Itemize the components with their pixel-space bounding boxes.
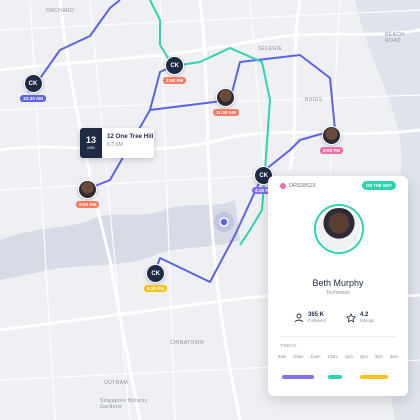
- driver-id: DR928523: [289, 183, 316, 189]
- hour-label: 4am: [389, 354, 398, 359]
- card-divider: [280, 336, 396, 337]
- map-pin-ck-1030[interactable]: CK 10:30 AM: [20, 74, 46, 102]
- map-pin-ck-530[interactable]: CK 5:30 PM: [144, 264, 168, 292]
- driver-id-dot-icon: [280, 183, 286, 189]
- status-badge: ON THE WAY: [361, 181, 396, 190]
- technician-role: Technician: [326, 290, 350, 296]
- hour-label: 1pm: [344, 354, 353, 359]
- hour-label: 3pm: [374, 354, 383, 359]
- pin-initials-badge: CK: [23, 74, 43, 93]
- today-label: TODAY: [280, 343, 298, 348]
- map-label-chinatown: CHINATOWN: [170, 340, 204, 346]
- pin-time-label: 2:50 PM: [163, 77, 187, 84]
- map-pin-ck-250[interactable]: CK 2:50 PM: [163, 56, 187, 84]
- person-icon: [295, 313, 303, 322]
- hour-label: 10am: [293, 354, 304, 359]
- timeline-bar-yellow: [360, 375, 388, 379]
- star-icon: [346, 312, 356, 322]
- ratings-stat: 4.2 Ratings: [346, 312, 374, 323]
- technician-card[interactable]: DR928523 ON THE WAY Beth Murphy Technici…: [268, 176, 408, 396]
- followers-stat: 365 K Followers: [294, 312, 326, 323]
- eta-minutes-block: 13 MIN: [80, 128, 102, 158]
- driver-avatar-icon: [216, 88, 236, 107]
- pin-time-label: 5:00 AM: [76, 201, 100, 208]
- map-label-orchard: ORCHARD: [46, 8, 75, 14]
- current-location-dot: [219, 217, 229, 227]
- pin-initials-badge: CK: [165, 56, 185, 75]
- timeline-bar-purple: [282, 375, 314, 379]
- pin-time-label: 11:00 AM: [213, 109, 239, 116]
- technician-photo: [314, 204, 364, 254]
- timeline-hours: 6am 10am 11am 12am 1pm 2pm 3pm 4am: [278, 354, 398, 359]
- pin-time-label: 4:00 PM: [320, 147, 344, 154]
- map-label-bugis: BUGIS: [305, 97, 323, 103]
- eta-tooltip[interactable]: 13 MIN 12 One Tree Hill 6.3 KM: [80, 128, 154, 158]
- hour-label: 2pm: [359, 354, 368, 359]
- eta-address: 12 One Tree Hill: [107, 133, 154, 140]
- ratings-label: Ratings: [360, 318, 375, 323]
- hour-label: 11am: [310, 354, 321, 359]
- eta-minutes: 13: [85, 135, 96, 145]
- pin-initials-badge: CK: [146, 264, 166, 283]
- hour-label: 12am: [327, 354, 338, 359]
- hour-label: 6am: [278, 354, 287, 359]
- driver-avatar-icon: [322, 126, 342, 145]
- driver-avatar-icon: [78, 180, 98, 199]
- technician-name: Beth Murphy: [312, 278, 364, 288]
- map-pin-driver-400[interactable]: 4:00 PM: [320, 126, 344, 154]
- timeline-bar-teal: [328, 375, 342, 379]
- eta-unit: MIN: [87, 145, 95, 150]
- pin-time-label: 5:30 PM: [144, 285, 168, 292]
- map-pin-driver-500[interactable]: 5:00 AM: [76, 180, 100, 208]
- pin-time-label: 10:30 AM: [20, 95, 46, 102]
- map-pin-driver-1100[interactable]: 11:00 AM: [213, 88, 239, 116]
- eta-distance: 6.3 KM: [107, 142, 123, 148]
- map-label-selegie: SELEGIE: [258, 46, 283, 52]
- followers-label: Followers: [308, 318, 326, 323]
- map-label-outram: OUTRAM: [104, 380, 129, 386]
- map-label-botanic-gardens: Singapore Botanic Gardens: [100, 398, 148, 410]
- map-label-beach-road: BEACH ROAD: [385, 32, 405, 44]
